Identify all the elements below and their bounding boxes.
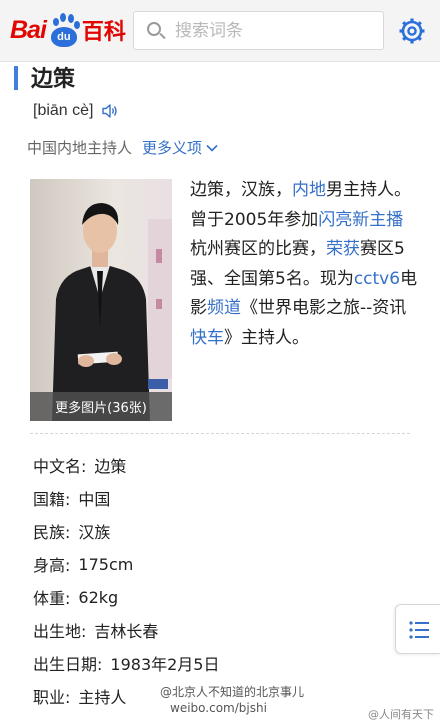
summary-link[interactable]: 荣获 xyxy=(326,239,360,259)
summary-text: 杭州赛区的比赛， xyxy=(190,239,326,259)
info-row: 出生日期: 1983年2月5日 xyxy=(33,651,220,675)
pinyin-text: [biān cè] xyxy=(33,102,94,119)
entry-photo[interactable]: 更多图片(36张) xyxy=(30,179,172,421)
summary-link[interactable]: 快车 xyxy=(190,328,224,348)
info-value: 汉族 xyxy=(78,523,111,542)
info-label: 民族: xyxy=(33,523,71,542)
title-accent-bar xyxy=(14,66,18,90)
more-senses-link[interactable]: 更多义项 xyxy=(142,137,218,158)
info-label: 职业: xyxy=(33,688,71,707)
info-value: 边策 xyxy=(94,457,127,476)
summary-link[interactable]: 频道 xyxy=(207,298,241,318)
section-divider xyxy=(30,433,410,434)
summary-text: 《世界电影之旅--资讯 xyxy=(241,298,407,318)
info-value: 中国 xyxy=(78,490,111,509)
info-label: 身高: xyxy=(33,556,71,575)
info-label: 中文名: xyxy=(33,457,87,476)
summary-text: 边策，汉族， xyxy=(190,180,292,200)
weibo-watermark: @北京人不知道的北京事儿 weibo.com/bjshi xyxy=(160,684,304,716)
info-value: 1983年2月5日 xyxy=(110,655,220,674)
entry-summary: 边策，汉族，内地男主持人。曾于2005年参加闪亮新主播杭州赛区的比赛，荣获赛区5… xyxy=(190,176,418,353)
logo-paw-text: du xyxy=(50,27,77,47)
search-input[interactable] xyxy=(175,20,375,41)
info-value: 主持人 xyxy=(78,688,127,707)
paw-logo-icon: du xyxy=(47,12,81,48)
search-box[interactable] xyxy=(133,11,384,50)
entry-title: 边策 xyxy=(31,67,76,92)
search-icon xyxy=(147,21,166,40)
logo-text-baike: 百科 xyxy=(81,20,126,45)
top-header: Bai du 百科 xyxy=(0,0,440,62)
info-value: 吉林长春 xyxy=(94,622,159,641)
info-value: 175cm xyxy=(78,554,134,574)
info-row: 国籍: 中国 xyxy=(33,486,110,510)
summary-link[interactable]: 闪亮新主播 xyxy=(318,210,403,230)
list-menu-icon xyxy=(409,621,429,639)
watermark-right: @人间有天下 xyxy=(368,708,434,721)
chevron-down-icon xyxy=(206,144,218,152)
info-label: 出生日期: xyxy=(33,655,103,674)
info-row: 中文名: 边策 xyxy=(33,453,126,477)
logo-text-bai: Bai xyxy=(10,15,47,44)
more-photos-caption[interactable]: 更多图片(36张) xyxy=(30,392,172,421)
baidu-baike-logo[interactable]: Bai du 百科 xyxy=(10,12,126,48)
presenter-photo-image xyxy=(30,179,172,421)
info-label: 国籍: xyxy=(33,490,71,509)
info-row: 体重: 62kg xyxy=(33,585,118,609)
summary-link[interactable]: 内地 xyxy=(292,180,326,200)
info-value: 62kg xyxy=(78,587,119,607)
info-row: 出生地: 吉林长春 xyxy=(33,618,158,642)
entry-subtitle: 中国内地主持人 xyxy=(27,139,133,157)
pinyin-row: [biān cè] xyxy=(33,102,119,120)
more-senses-label: 更多义项 xyxy=(142,139,203,157)
settings-gear-icon[interactable] xyxy=(398,17,426,45)
info-row: 民族: 汉族 xyxy=(33,519,110,543)
watermark-line-2: weibo.com/bjshi xyxy=(170,701,267,715)
summary-text: 》主持人。 xyxy=(224,327,309,348)
speaker-audio-icon[interactable] xyxy=(101,102,119,120)
watermark-line-1: @北京人不知道的北京事儿 xyxy=(160,685,305,699)
info-label: 出生地: xyxy=(33,622,87,641)
table-of-contents-button[interactable] xyxy=(395,604,440,654)
info-row: 职业: 主持人 xyxy=(33,684,126,708)
subtitle-row: 中国内地主持人 更多义项 xyxy=(27,137,218,158)
summary-link[interactable]: cctv6 xyxy=(354,269,400,289)
info-row: 身高: 175cm xyxy=(33,552,133,576)
info-label: 体重: xyxy=(33,589,71,608)
